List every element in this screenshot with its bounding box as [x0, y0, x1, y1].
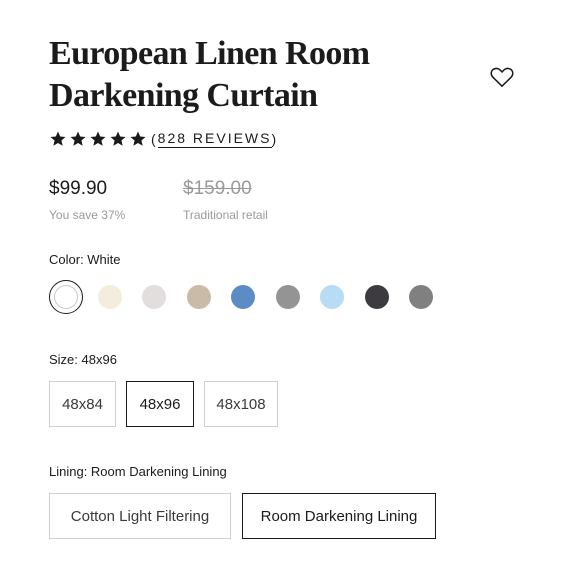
swatch-charcoal[interactable]: [365, 285, 389, 309]
lining-option-room-darkening[interactable]: Room Darkening Lining: [242, 493, 436, 539]
swatch-light-gray[interactable]: [142, 285, 166, 309]
current-price: $99.90: [49, 178, 108, 199]
size-option-48x96[interactable]: 48x96: [126, 381, 194, 427]
star-rating: [49, 130, 147, 148]
swatch-gray[interactable]: [276, 285, 300, 309]
lining-label: Lining: Room Darkening Lining: [49, 464, 227, 479]
swatch-cream[interactable]: [98, 285, 122, 309]
swatch-sand[interactable]: [187, 285, 211, 309]
size-label: Size: 48x96: [49, 352, 117, 367]
product-title-line-2: Darkening Curtain: [49, 77, 318, 114]
product-title: European Linen Room Darkening Curtain: [49, 33, 449, 117]
size-option-48x108[interactable]: 48x108: [204, 381, 278, 427]
savings-text: You save 37%: [49, 208, 126, 222]
original-price-label: Traditional retail: [183, 208, 268, 222]
star-icon: [50, 131, 66, 146]
wishlist-heart-icon[interactable]: [489, 64, 515, 90]
swatch-slate[interactable]: [409, 285, 433, 309]
product-title-line-1: European Linen Room: [49, 35, 370, 72]
original-price: $159.00: [183, 178, 252, 199]
star-icon: [110, 131, 126, 146]
reviews-count[interactable]: 828 REVIEWS: [157, 130, 272, 148]
star-icon: [90, 131, 106, 146]
color-label: Color: White: [49, 252, 121, 267]
swatch-blue[interactable]: [231, 285, 255, 309]
reviews-paren-open: (: [151, 131, 158, 147]
size-option-48x84[interactable]: 48x84: [49, 381, 116, 427]
lining-option-cotton-light-filtering[interactable]: Cotton Light Filtering: [49, 493, 231, 539]
star-icon: [130, 131, 146, 146]
swatch-white-fill[interactable]: [54, 285, 78, 309]
rating-row: ( 828 REVIEWS ): [49, 128, 278, 150]
reviews-paren-close: ): [271, 131, 279, 147]
reviews-link[interactable]: ( 828 REVIEWS ): [151, 130, 278, 148]
swatch-light-blue[interactable]: [320, 285, 344, 309]
star-icon: [70, 131, 86, 146]
